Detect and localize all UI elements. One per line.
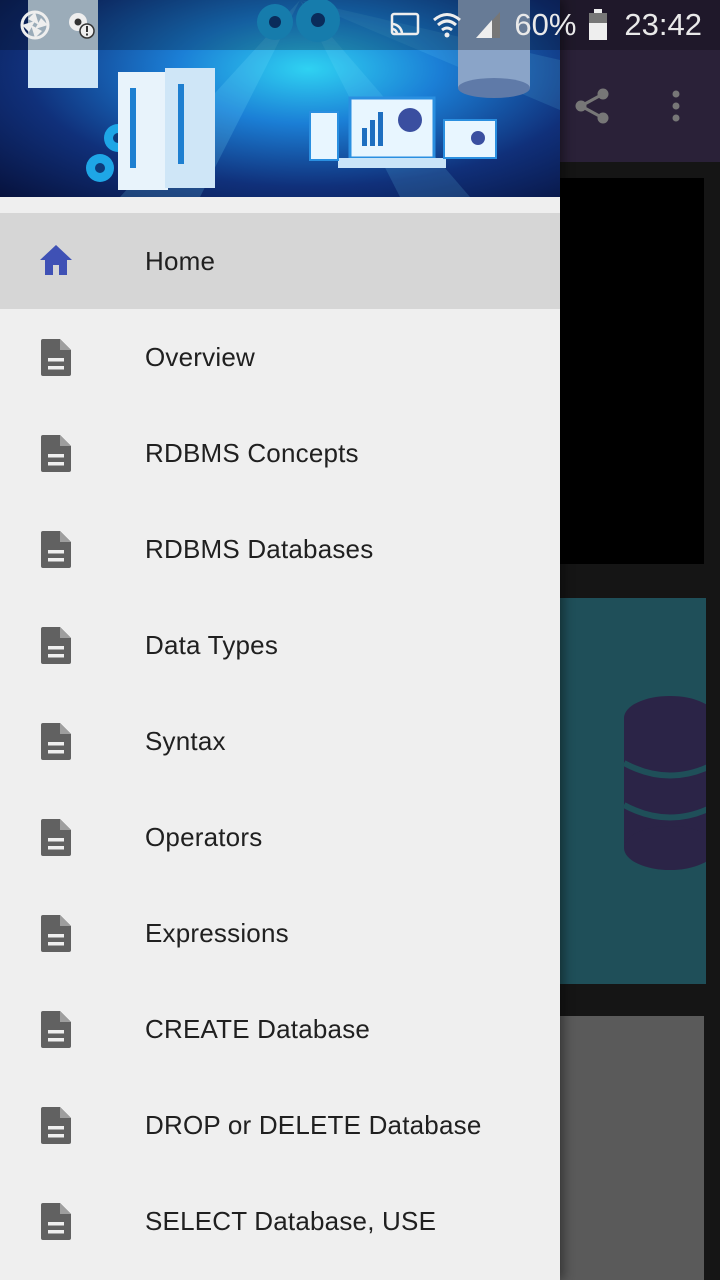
share-icon[interactable] bbox=[572, 86, 612, 126]
drawer-item-rdbms-concepts[interactable]: RDBMS Concepts bbox=[0, 405, 560, 501]
drawer-item-label: Overview bbox=[145, 342, 255, 372]
drawer-item-data-types[interactable]: Data Types bbox=[0, 597, 560, 693]
drawer-item-create-database[interactable]: CREATE Database bbox=[0, 981, 560, 1077]
content-card[interactable] bbox=[560, 178, 704, 564]
document-icon bbox=[41, 435, 71, 472]
drawer-item-label: Home bbox=[145, 246, 216, 276]
content-card[interactable] bbox=[560, 1016, 704, 1280]
drawer-item-rdbms-databases[interactable]: RDBMS Databases bbox=[0, 501, 560, 597]
database-icon bbox=[622, 696, 706, 870]
document-icon bbox=[41, 531, 71, 568]
drawer-item-label: SELECT Database, USE bbox=[145, 1206, 437, 1236]
drawer-item-drop-database[interactable]: DROP or DELETE Database bbox=[0, 1077, 560, 1173]
drawer-item-home[interactable]: Home bbox=[0, 213, 560, 309]
drawer-item-label: Expressions bbox=[145, 918, 289, 948]
cast-icon bbox=[391, 12, 420, 36]
clock: 23:42 bbox=[624, 7, 702, 42]
drawer-item-label: RDBMS Concepts bbox=[145, 438, 359, 468]
document-icon bbox=[41, 1203, 71, 1240]
drawer-item-label: RDBMS Databases bbox=[145, 534, 374, 564]
status-bar: 60% 23:42 bbox=[0, 0, 720, 50]
settings-alert-icon bbox=[69, 13, 95, 39]
document-icon bbox=[41, 723, 71, 760]
document-icon bbox=[41, 1107, 71, 1144]
content-card[interactable] bbox=[560, 598, 706, 984]
home-icon bbox=[40, 245, 72, 275]
drawer-item-label: DROP or DELETE Database bbox=[145, 1110, 482, 1140]
signal-icon bbox=[476, 12, 501, 38]
aperture-icon bbox=[20, 10, 50, 40]
document-icon bbox=[41, 819, 71, 856]
drawer-item-label: Syntax bbox=[145, 726, 226, 756]
drawer-item-expressions[interactable]: Expressions bbox=[0, 885, 560, 981]
wifi-icon bbox=[433, 13, 462, 38]
navigation-drawer: Home Overview RDBMS Concepts RDBMS Datab… bbox=[0, 0, 560, 1280]
drawer-item-label: Data Types bbox=[145, 630, 279, 660]
document-icon bbox=[41, 915, 71, 952]
document-icon bbox=[41, 627, 71, 664]
drawer-item-label: Operators bbox=[145, 822, 263, 852]
document-icon bbox=[41, 1011, 71, 1048]
drawer-item-label: CREATE Database bbox=[145, 1014, 371, 1044]
drawer-item-overview[interactable]: Overview bbox=[0, 309, 560, 405]
drawer-item-select-database[interactable]: SELECT Database, USE bbox=[0, 1173, 560, 1269]
drawer-item-operators[interactable]: Operators bbox=[0, 789, 560, 885]
drawer-menu: Home Overview RDBMS Concepts RDBMS Datab… bbox=[0, 213, 560, 1269]
battery-icon bbox=[589, 9, 608, 40]
drawer-item-syntax[interactable]: Syntax bbox=[0, 693, 560, 789]
more-vert-icon[interactable] bbox=[664, 88, 688, 124]
document-icon bbox=[41, 339, 71, 376]
battery-level: 60% bbox=[514, 7, 577, 42]
